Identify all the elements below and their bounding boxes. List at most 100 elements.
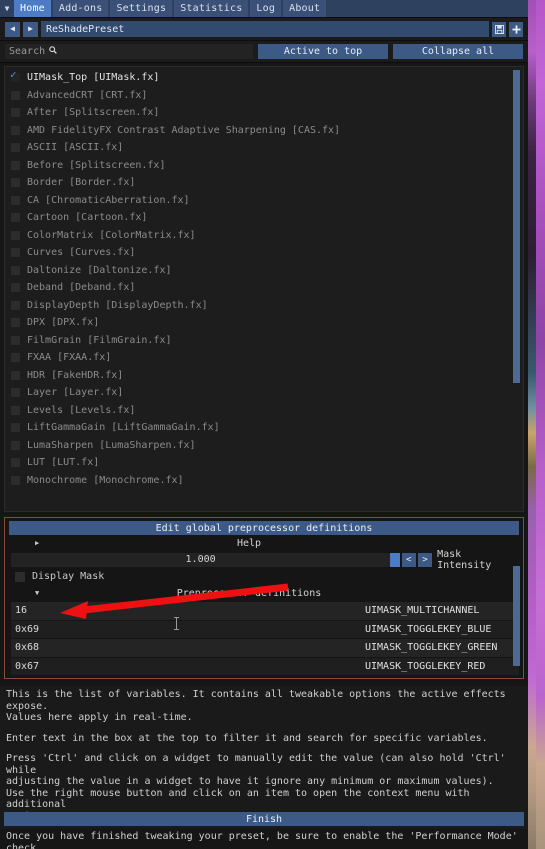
mask-intensity-slider[interactable]: 1.000 bbox=[11, 552, 391, 567]
display-mask-row[interactable]: Display Mask bbox=[5, 568, 523, 585]
next-preset-button[interactable]: ▶ bbox=[23, 21, 38, 37]
right-triangle-icon: ▶ bbox=[28, 24, 33, 33]
effect-list-scrollbar[interactable] bbox=[513, 70, 520, 508]
effect-checkbox[interactable] bbox=[11, 353, 20, 363]
effect-list-item[interactable]: Border [Border.fx] bbox=[5, 174, 523, 192]
effect-list-item[interactable]: Deband [Deband.fx] bbox=[5, 279, 523, 297]
effect-list-item[interactable]: Curves [Curves.fx] bbox=[5, 244, 523, 262]
effect-checkbox[interactable] bbox=[11, 300, 20, 310]
effect-checkbox[interactable] bbox=[11, 195, 20, 205]
effect-checkbox[interactable] bbox=[11, 248, 20, 258]
effect-label: Curves [Curves.fx] bbox=[27, 247, 136, 259]
active-to-top-button[interactable]: Active to top bbox=[258, 44, 388, 59]
save-preset-button[interactable] bbox=[492, 21, 506, 37]
effect-checkbox[interactable] bbox=[11, 318, 20, 328]
effect-list-item[interactable]: ColorMatrix [ColorMatrix.fx] bbox=[5, 227, 523, 245]
effect-list-item[interactable]: Levels [Levels.fx] bbox=[5, 402, 523, 420]
effect-list-item[interactable]: Cartoon [Cartoon.fx] bbox=[5, 209, 523, 227]
mask-intensity-increment-button[interactable]: > bbox=[417, 552, 433, 567]
effect-label: Layer [Layer.fx] bbox=[27, 387, 124, 399]
tab-bar: ▼ Home Add-ons Settings Statistics Log A… bbox=[0, 0, 528, 18]
help-paragraph-4: Once you have finished tweaking your pre… bbox=[6, 831, 518, 849]
effect-checkbox[interactable] bbox=[11, 160, 20, 170]
effect-checkbox[interactable] bbox=[11, 423, 20, 433]
effect-checkbox[interactable] bbox=[11, 388, 20, 398]
reshade-overlay-screen: ▼ Home Add-ons Settings Statistics Log A… bbox=[0, 0, 545, 849]
preprocessor-definition-row[interactable]: 0x67 UIMASK_TOGGLEKEY_RED bbox=[11, 657, 519, 675]
effect-list-item[interactable]: Layer [Layer.fx] bbox=[5, 384, 523, 402]
effect-list-item[interactable]: ASCII [ASCII.fx] bbox=[5, 139, 523, 157]
effect-checkbox[interactable] bbox=[11, 283, 20, 293]
effect-list-item[interactable]: Before [Splitscreen.fx] bbox=[5, 157, 523, 175]
floppy-disk-icon bbox=[494, 24, 504, 34]
preprocessor-scrollbar[interactable] bbox=[513, 548, 520, 673]
menu-chevron-down-icon[interactable]: ▼ bbox=[0, 0, 14, 17]
effect-list-item[interactable]: LiftGammaGain [LiftGammaGain.fx] bbox=[5, 419, 523, 437]
definition-value[interactable]: 16 bbox=[11, 605, 365, 616]
effect-checkbox[interactable] bbox=[11, 475, 20, 485]
mask-intensity-decrement-button[interactable]: < bbox=[401, 552, 416, 567]
effect-checkbox[interactable] bbox=[11, 458, 20, 468]
help-caret-right-icon[interactable]: ▶ bbox=[35, 539, 39, 547]
preprocessor-definition-row[interactable]: 0x68 UIMASK_TOGGLEKEY_GREEN bbox=[11, 639, 519, 657]
effect-list-item[interactable]: DPX [DPX.fx] bbox=[5, 314, 523, 332]
effect-checkbox[interactable] bbox=[11, 213, 20, 223]
edit-global-preprocessor-header[interactable]: Edit global preprocessor definitions bbox=[9, 521, 519, 535]
definitions-caret-down-icon[interactable]: ▼ bbox=[35, 589, 39, 597]
effect-checkbox[interactable] bbox=[11, 405, 20, 415]
increment-label: > bbox=[422, 554, 428, 565]
effect-list-item[interactable]: HDR [FakeHDR.fx] bbox=[5, 367, 523, 385]
preset-name-field[interactable]: ReShadePreset bbox=[41, 21, 489, 37]
effect-list-panel[interactable]: UIMask_Top [UIMask.fx] AdvancedCRT [CRT.f… bbox=[4, 66, 524, 512]
effect-list-item[interactable]: AdvancedCRT [CRT.fx] bbox=[5, 87, 523, 105]
effect-checkbox[interactable] bbox=[10, 69, 20, 83]
effect-list-item[interactable]: Monochrome [Monochrome.fx] bbox=[5, 472, 523, 490]
effect-list-item[interactable]: CA [ChromaticAberration.fx] bbox=[5, 192, 523, 210]
definition-value[interactable]: 0x69 bbox=[11, 624, 365, 635]
effect-list-item[interactable]: FilmGrain [FilmGrain.fx] bbox=[5, 332, 523, 350]
tab-log[interactable]: Log bbox=[250, 0, 282, 17]
display-mask-checkbox[interactable] bbox=[15, 571, 25, 582]
search-placeholder: Search bbox=[9, 46, 46, 57]
effect-checkbox[interactable] bbox=[11, 143, 20, 153]
finish-button[interactable]: Finish bbox=[4, 812, 524, 826]
previous-preset-button[interactable]: ◀ bbox=[5, 21, 20, 37]
effect-checkbox[interactable] bbox=[11, 370, 20, 380]
effect-list-item[interactable]: AMD FidelityFX Contrast Adaptive Sharpen… bbox=[5, 122, 523, 140]
effect-checkbox[interactable] bbox=[11, 108, 20, 118]
effect-list-item[interactable]: LumaSharpen [LumaSharpen.fx] bbox=[5, 437, 523, 455]
effect-checkbox[interactable] bbox=[11, 440, 20, 450]
mask-intensity-slider-knob[interactable] bbox=[390, 552, 400, 567]
definition-value[interactable]: 0x67 bbox=[11, 661, 365, 672]
effect-list-scroll-thumb[interactable] bbox=[513, 70, 520, 383]
preprocessor-definitions-row[interactable]: ▼ Preprocessor definitions bbox=[5, 585, 523, 601]
effect-list-item[interactable]: LUT [LUT.fx] bbox=[5, 454, 523, 472]
preprocessor-scroll-thumb[interactable] bbox=[513, 566, 520, 666]
effect-label: Levels [Levels.fx] bbox=[27, 404, 136, 416]
effect-checkbox[interactable] bbox=[11, 335, 20, 345]
definition-value[interactable]: 0x68 bbox=[11, 642, 365, 653]
tab-add-ons[interactable]: Add-ons bbox=[52, 0, 109, 17]
effect-checkbox[interactable] bbox=[11, 178, 20, 188]
preprocessor-definition-row[interactable]: 0x69 UIMASK_TOGGLEKEY_BLUE bbox=[11, 620, 519, 638]
help-collapsible-row[interactable]: ▶ Help bbox=[5, 535, 523, 551]
tab-about[interactable]: About bbox=[283, 0, 327, 17]
effect-list-item[interactable]: DisplayDepth [DisplayDepth.fx] bbox=[5, 297, 523, 315]
effect-list-item[interactable]: After [Splitscreen.fx] bbox=[5, 104, 523, 122]
collapse-all-button[interactable]: Collapse all bbox=[393, 44, 523, 59]
tab-statistics[interactable]: Statistics bbox=[174, 0, 249, 17]
search-input[interactable]: Search bbox=[5, 44, 253, 59]
effect-list-item[interactable]: FXAA [FXAA.fx] bbox=[5, 349, 523, 367]
preprocessor-definition-row[interactable]: 16 UIMASK_MULTICHANNEL bbox=[11, 602, 519, 620]
preset-name-value: ReShadePreset bbox=[46, 23, 125, 35]
effect-checkbox[interactable] bbox=[11, 265, 20, 275]
tab-settings[interactable]: Settings bbox=[110, 0, 173, 17]
effect-checkbox[interactable] bbox=[11, 90, 20, 100]
effect-list-item[interactable]: UIMask_Top [UIMask.fx] bbox=[5, 69, 523, 87]
effect-checkbox[interactable] bbox=[11, 125, 20, 135]
effect-list-item[interactable]: Daltonize [Daltonize.fx] bbox=[5, 262, 523, 280]
tab-bar-filler bbox=[328, 0, 528, 17]
add-preset-button[interactable] bbox=[509, 21, 523, 37]
effect-checkbox[interactable] bbox=[11, 230, 20, 240]
tab-home[interactable]: Home bbox=[14, 0, 51, 17]
